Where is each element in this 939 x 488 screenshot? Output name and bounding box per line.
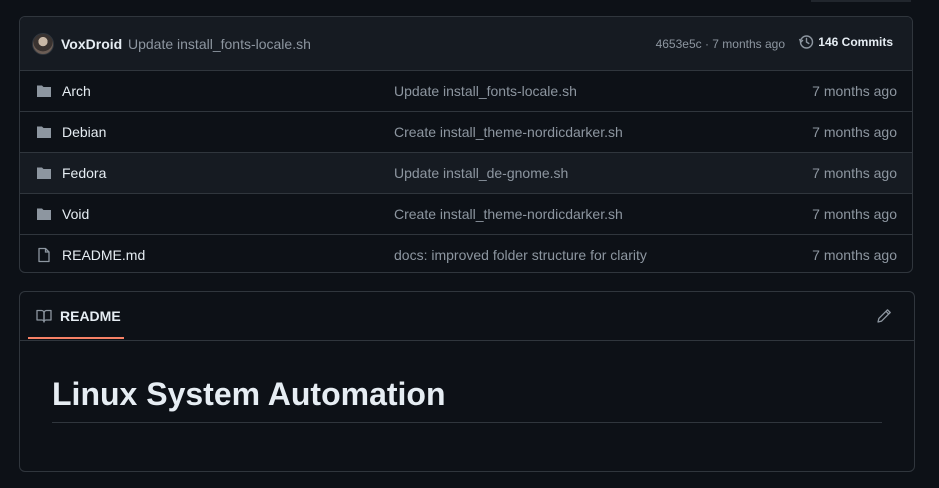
- readme-tab[interactable]: README: [28, 292, 124, 339]
- readme-header: README: [20, 292, 914, 341]
- file-row-void[interactable]: Void Create install_theme-nordicdarker.s…: [20, 194, 912, 235]
- file-commit-message[interactable]: Update install_de-gnome.sh: [394, 165, 568, 181]
- file-commit-date: 7 months ago: [812, 247, 897, 263]
- folder-icon: [37, 85, 51, 97]
- readme-heading: Linux System Automation: [52, 376, 446, 412]
- folder-icon: [37, 167, 51, 179]
- top-strip: [811, 0, 911, 2]
- file-row-debian[interactable]: Debian Create install_theme-nordicdarker…: [20, 112, 912, 153]
- file-name[interactable]: Arch: [62, 83, 91, 99]
- file-row-fedora[interactable]: Fedora Update install_de-gnome.sh 7 mont…: [20, 153, 912, 194]
- heading-divider: [52, 422, 882, 423]
- file-name[interactable]: README.md: [62, 247, 145, 263]
- file-commit-message[interactable]: Create install_theme-nordicdarker.sh: [394, 206, 623, 222]
- history-icon: [799, 35, 814, 49]
- file-commit-message[interactable]: docs: improved folder structure for clar…: [394, 247, 647, 263]
- folder-icon: [37, 208, 51, 220]
- file-icon: [38, 247, 50, 263]
- avatar[interactable]: [32, 33, 54, 55]
- file-commit-date: 7 months ago: [812, 165, 897, 181]
- file-name[interactable]: Debian: [62, 124, 106, 140]
- book-icon: [36, 309, 52, 323]
- commit-meta[interactable]: 4653e5c · 7 months ago: [656, 37, 785, 51]
- file-row-arch[interactable]: Arch Update install_fonts-locale.sh 7 mo…: [20, 71, 912, 112]
- file-commit-message[interactable]: Create install_theme-nordicdarker.sh: [394, 124, 623, 140]
- commits-button[interactable]: 146 Commits: [798, 34, 893, 50]
- file-commit-message[interactable]: Update install_fonts-locale.sh: [394, 83, 577, 99]
- readme-tab-label: README: [60, 308, 121, 324]
- file-commit-date: 7 months ago: [812, 83, 897, 99]
- folder-icon: [37, 126, 51, 138]
- commits-count: 146 Commits: [818, 35, 893, 49]
- file-commit-date: 7 months ago: [812, 206, 897, 222]
- commit-message[interactable]: Update install_fonts-locale.sh: [128, 36, 311, 52]
- readme-panel: README Linux System Automation: [19, 291, 915, 472]
- commit-author[interactable]: VoxDroid: [61, 36, 122, 52]
- file-name[interactable]: Void: [62, 206, 89, 222]
- file-browser: VoxDroid Update install_fonts-locale.sh …: [19, 16, 913, 273]
- file-name[interactable]: Fedora: [62, 165, 106, 181]
- file-row-readme[interactable]: README.md docs: improved folder structur…: [20, 235, 912, 272]
- file-commit-date: 7 months ago: [812, 124, 897, 140]
- latest-commit-bar: VoxDroid Update install_fonts-locale.sh …: [20, 17, 912, 71]
- edit-pencil-icon[interactable]: [876, 308, 892, 324]
